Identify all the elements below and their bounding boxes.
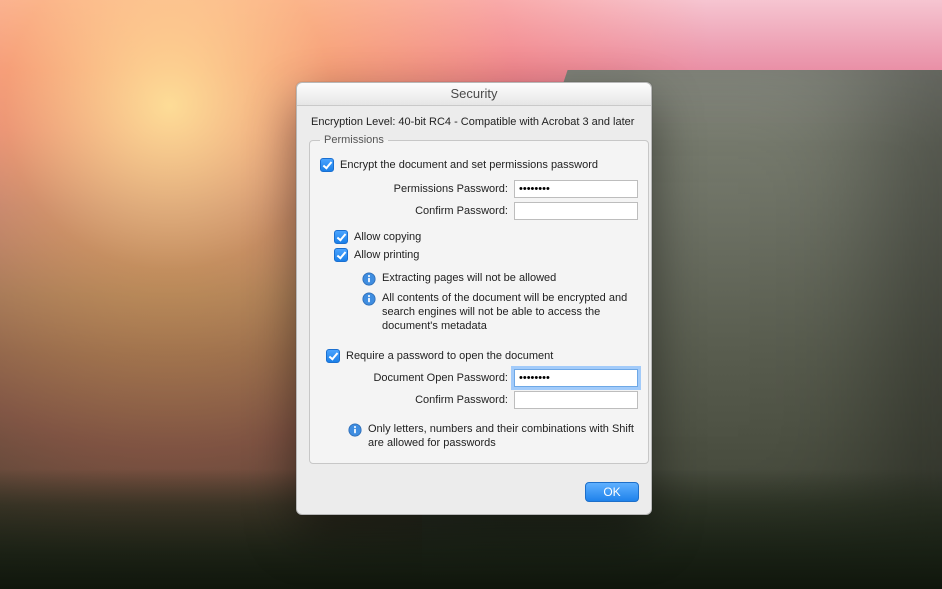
info-chars-text: Only letters, numbers and their combinat…	[368, 423, 638, 451]
confirm-password-label: Confirm Password:	[320, 205, 514, 217]
allow-printing-label: Allow printing	[354, 249, 419, 261]
info-contents-text: All contents of the document will be enc…	[382, 292, 638, 333]
confirm-password-row: Confirm Password:	[320, 202, 638, 220]
confirm-open-password-label: Confirm Password:	[320, 394, 514, 406]
encrypt-set-permissions-row: Encrypt the document and set permissions…	[320, 158, 638, 172]
doc-open-password-input[interactable]	[514, 369, 638, 387]
ok-button[interactable]: OK	[585, 482, 639, 502]
info-icon	[348, 423, 362, 437]
doc-open-password-row: Document Open Password:	[320, 369, 638, 387]
permissions-password-label: Permissions Password:	[320, 183, 514, 195]
require-open-password-checkbox[interactable]	[326, 349, 340, 363]
confirm-password-input[interactable]	[514, 202, 638, 220]
permissions-fieldset: Permissions Encrypt the document and set…	[309, 134, 649, 464]
dialog-content: Encryption Level: 40-bit RC4 - Compatibl…	[297, 106, 651, 482]
allow-printing-checkbox[interactable]	[334, 248, 348, 262]
desktop-background: Security Encryption Level: 40-bit RC4 - …	[0, 0, 942, 589]
confirm-open-password-row: Confirm Password:	[320, 391, 638, 409]
doc-open-password-label: Document Open Password:	[320, 372, 514, 384]
security-dialog: Security Encryption Level: 40-bit RC4 - …	[296, 82, 652, 515]
permissions-legend: Permissions	[320, 134, 388, 146]
permissions-password-row: Permissions Password:	[320, 180, 638, 198]
info-icon	[362, 272, 376, 286]
allow-copying-row: Allow copying	[320, 230, 638, 244]
encrypt-set-permissions-checkbox[interactable]	[320, 158, 334, 172]
info-extracting-text: Extracting pages will not be allowed	[382, 272, 556, 286]
info-chars-row: Only letters, numbers and their combinat…	[320, 423, 638, 451]
info-extracting-row: Extracting pages will not be allowed	[320, 272, 638, 286]
allow-copying-checkbox[interactable]	[334, 230, 348, 244]
encrypt-set-permissions-label: Encrypt the document and set permissions…	[340, 159, 598, 171]
permissions-password-input[interactable]	[514, 180, 638, 198]
allow-printing-row: Allow printing	[320, 248, 638, 262]
confirm-open-password-input[interactable]	[514, 391, 638, 409]
require-open-password-row: Require a password to open the document	[320, 349, 638, 363]
require-open-password-label: Require a password to open the document	[346, 350, 553, 362]
encryption-level-text: Encryption Level: 40-bit RC4 - Compatibl…	[309, 116, 639, 128]
allow-copying-label: Allow copying	[354, 231, 421, 243]
info-icon	[362, 292, 376, 306]
dialog-title: Security	[297, 83, 651, 106]
button-bar: OK	[297, 482, 651, 514]
info-contents-row: All contents of the document will be enc…	[320, 292, 638, 333]
